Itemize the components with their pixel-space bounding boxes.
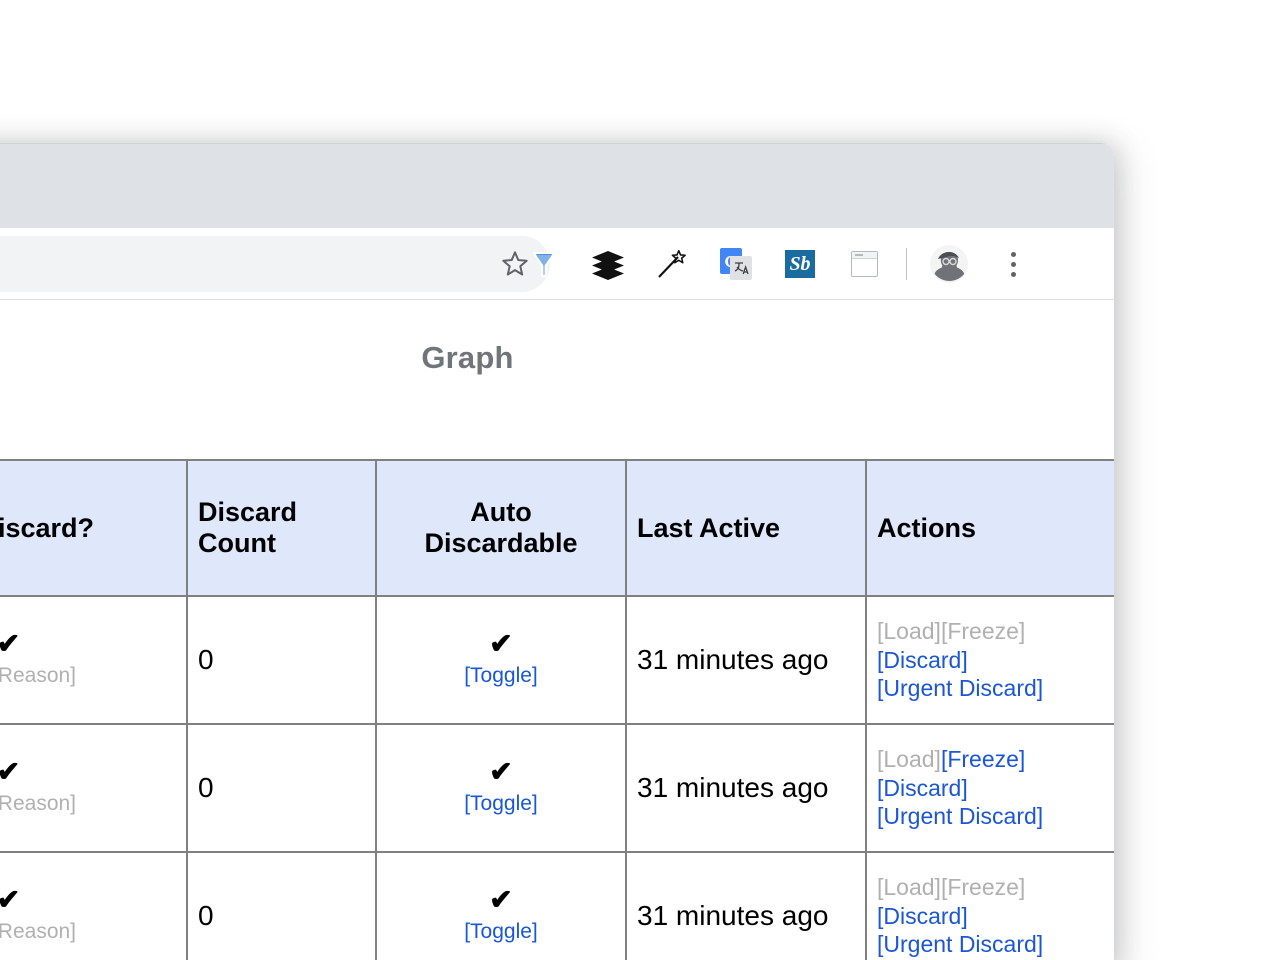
can-discard-check-icon: ✔ xyxy=(0,756,21,788)
load-link[interactable]: [Load] xyxy=(877,874,941,900)
table-row: ✔ [View Reason] 0 ✔ [Toggle] 31 minutes … xyxy=(0,723,1114,853)
tab-discard-table: Can discard? Discard Count Auto Discarda… xyxy=(0,459,1114,960)
tabstrip-hairline xyxy=(0,143,1114,144)
avatar[interactable] xyxy=(917,233,981,295)
auto-discardable-check-icon: ✔ xyxy=(489,756,513,788)
page-content: Graph Can discard? Discard Count Auto Di… xyxy=(0,300,1114,960)
toggle-link[interactable]: [Toggle] xyxy=(387,918,615,946)
urgent-discard-link[interactable]: [Urgent Discard] xyxy=(877,803,1043,829)
browser-tab-strip[interactable] xyxy=(0,143,1114,228)
column-header-discard-count[interactable]: Discard Count xyxy=(186,459,377,597)
discard-link[interactable]: [Discard] xyxy=(877,647,968,673)
cell-actions: [Load][Freeze] [Discard] [Urgent Discard… xyxy=(865,851,1114,960)
sb-extension-icon[interactable]: Sb xyxy=(768,233,832,295)
cell-last-active: 31 minutes ago xyxy=(625,723,867,853)
auto-discardable-check-icon: ✔ xyxy=(489,628,513,660)
cell-actions: [Load][Freeze] [Discard] [Urgent Discard… xyxy=(865,595,1114,725)
cell-auto-discardable: ✔ [Toggle] xyxy=(375,595,627,725)
toggle-link[interactable]: [Toggle] xyxy=(387,790,615,818)
view-reason-link[interactable]: [View Reason] xyxy=(0,790,176,818)
cell-auto-discardable: ✔ [Toggle] xyxy=(375,723,627,853)
discard-link[interactable]: [Discard] xyxy=(877,903,968,929)
load-link[interactable]: [Load] xyxy=(877,746,941,772)
freeze-link[interactable]: [Freeze] xyxy=(941,618,1025,644)
browser-window: G Sb xyxy=(0,143,1114,960)
address-bar[interactable] xyxy=(0,236,550,292)
cell-can-discard: ✔ [View Reason] xyxy=(0,851,188,960)
can-discard-check-icon: ✔ xyxy=(0,884,21,916)
discard-link[interactable]: [Discard] xyxy=(877,775,968,801)
cell-auto-discardable: ✔ [Toggle] xyxy=(375,851,627,960)
google-translate-glyph xyxy=(730,256,752,280)
layers-extension-icon[interactable] xyxy=(576,233,640,295)
toolbar-divider xyxy=(906,248,907,280)
google-translate-extension-icon[interactable]: G xyxy=(704,233,768,295)
table-row: ✔ [View Reason] 0 ✔ [Toggle] 31 minutes … xyxy=(0,595,1114,725)
three-dot-menu-icon[interactable] xyxy=(981,233,1045,295)
urgent-discard-link[interactable]: [Urgent Discard] xyxy=(877,931,1043,957)
load-link[interactable]: [Load] xyxy=(877,618,941,644)
magic-wand-extension-icon[interactable] xyxy=(640,233,704,295)
auto-discardable-check-icon: ✔ xyxy=(489,884,513,916)
freeze-link[interactable]: [Freeze] xyxy=(941,874,1025,900)
table-body: ✔ [View Reason] 0 ✔ [Toggle] 31 minutes … xyxy=(0,595,1114,960)
toggle-link[interactable]: [Toggle] xyxy=(387,662,615,690)
toolbar-action-icons: G Sb xyxy=(512,228,1045,300)
screenshot-root: G Sb xyxy=(0,0,1280,960)
table-header: Can discard? Discard Count Auto Discarda… xyxy=(0,459,1114,597)
column-header-auto-discardable[interactable]: Auto Discardable xyxy=(375,459,627,597)
page-title: Graph xyxy=(421,340,514,375)
cell-last-active: 31 minutes ago xyxy=(625,595,867,725)
auto-discardable-line1: Auto xyxy=(470,497,532,527)
can-discard-check-icon: ✔ xyxy=(0,628,21,660)
cell-discard-count: 0 xyxy=(186,595,377,725)
table-header-row: Can discard? Discard Count Auto Discarda… xyxy=(0,459,1114,597)
discard-count-line2: Count xyxy=(198,528,276,558)
table-row: ✔ [View Reason] 0 ✔ [Toggle] 31 minutes … xyxy=(0,851,1114,960)
sb-extension-label: Sb xyxy=(785,250,815,278)
auto-discardable-line2: Discardable xyxy=(424,528,578,558)
column-header-last-active[interactable]: Last Active xyxy=(625,459,867,597)
view-reason-link[interactable]: [View Reason] xyxy=(0,662,176,690)
cell-can-discard: ✔ [View Reason] xyxy=(0,723,188,853)
browser-toolbar: G Sb xyxy=(0,228,1114,300)
cell-discard-count: 0 xyxy=(186,851,377,960)
cell-can-discard: ✔ [View Reason] xyxy=(0,595,188,725)
column-header-can-discard[interactable]: Can discard? xyxy=(0,459,188,597)
view-reason-link[interactable]: [View Reason] xyxy=(0,918,176,946)
popup-window-extension-icon[interactable] xyxy=(832,233,896,295)
column-header-actions[interactable]: Actions xyxy=(865,459,1114,597)
freeze-link[interactable]: [Freeze] xyxy=(941,746,1025,772)
urgent-discard-link[interactable]: [Urgent Discard] xyxy=(877,675,1043,701)
cell-actions: [Load][Freeze] [Discard] [Urgent Discard… xyxy=(865,723,1114,853)
user-avatar-image xyxy=(930,245,968,283)
cell-last-active: 31 minutes ago xyxy=(625,851,867,960)
discard-count-line1: Discard xyxy=(198,497,298,527)
funnel-extension-icon[interactable] xyxy=(512,233,576,295)
cell-discard-count: 0 xyxy=(186,723,377,853)
